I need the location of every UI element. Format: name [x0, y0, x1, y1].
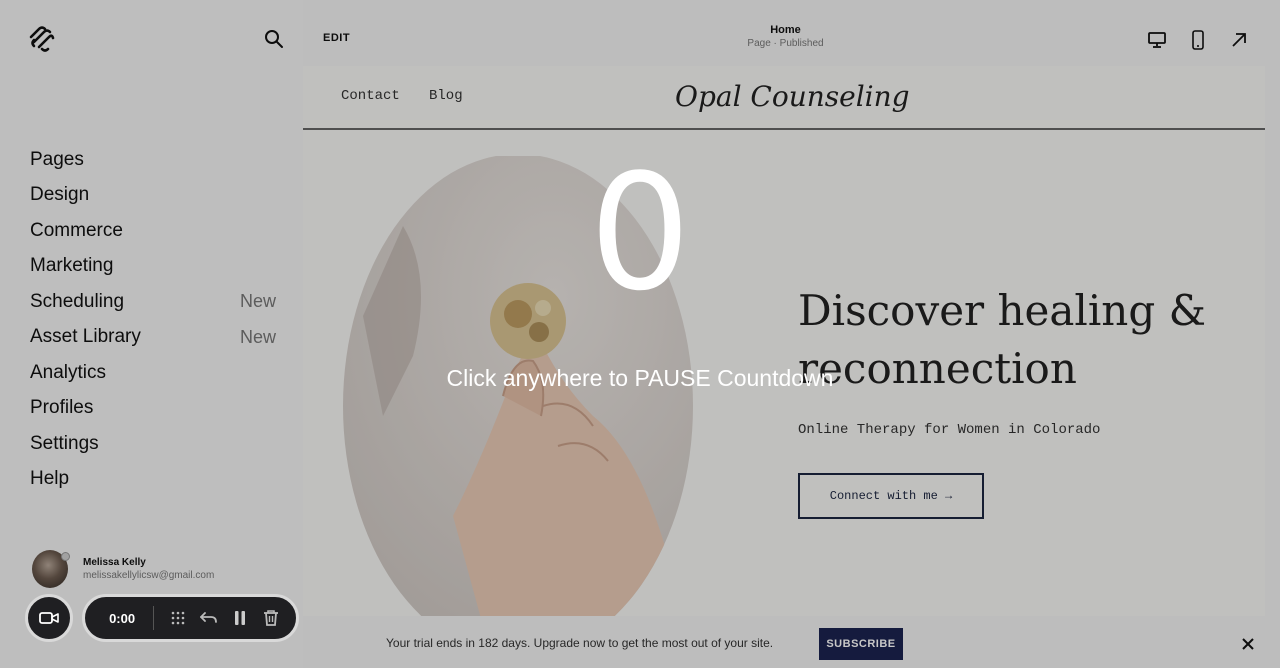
- delete-recording-button[interactable]: [255, 602, 286, 634]
- grid-dots-icon: [171, 611, 184, 625]
- undo-icon: [199, 612, 217, 623]
- video-camera-icon: [39, 612, 59, 624]
- divider: [153, 606, 155, 630]
- pause-icon: [234, 611, 245, 625]
- trash-icon: [263, 610, 278, 626]
- countdown-message: Click anywhere to PAUSE Countdown: [446, 365, 834, 391]
- restart-button[interactable]: [193, 602, 224, 634]
- countdown-number: 0: [589, 139, 691, 326]
- recorder-toolbar: 0:00: [82, 594, 299, 642]
- pause-button[interactable]: [224, 602, 255, 634]
- camera-toggle-button[interactable]: [25, 594, 73, 642]
- countdown-overlay[interactable]: 0 Click anywhere to PAUSE Countdown: [0, 0, 1280, 668]
- drag-handle-button[interactable]: [162, 602, 193, 634]
- recording-timer: 0:00: [109, 610, 136, 626]
